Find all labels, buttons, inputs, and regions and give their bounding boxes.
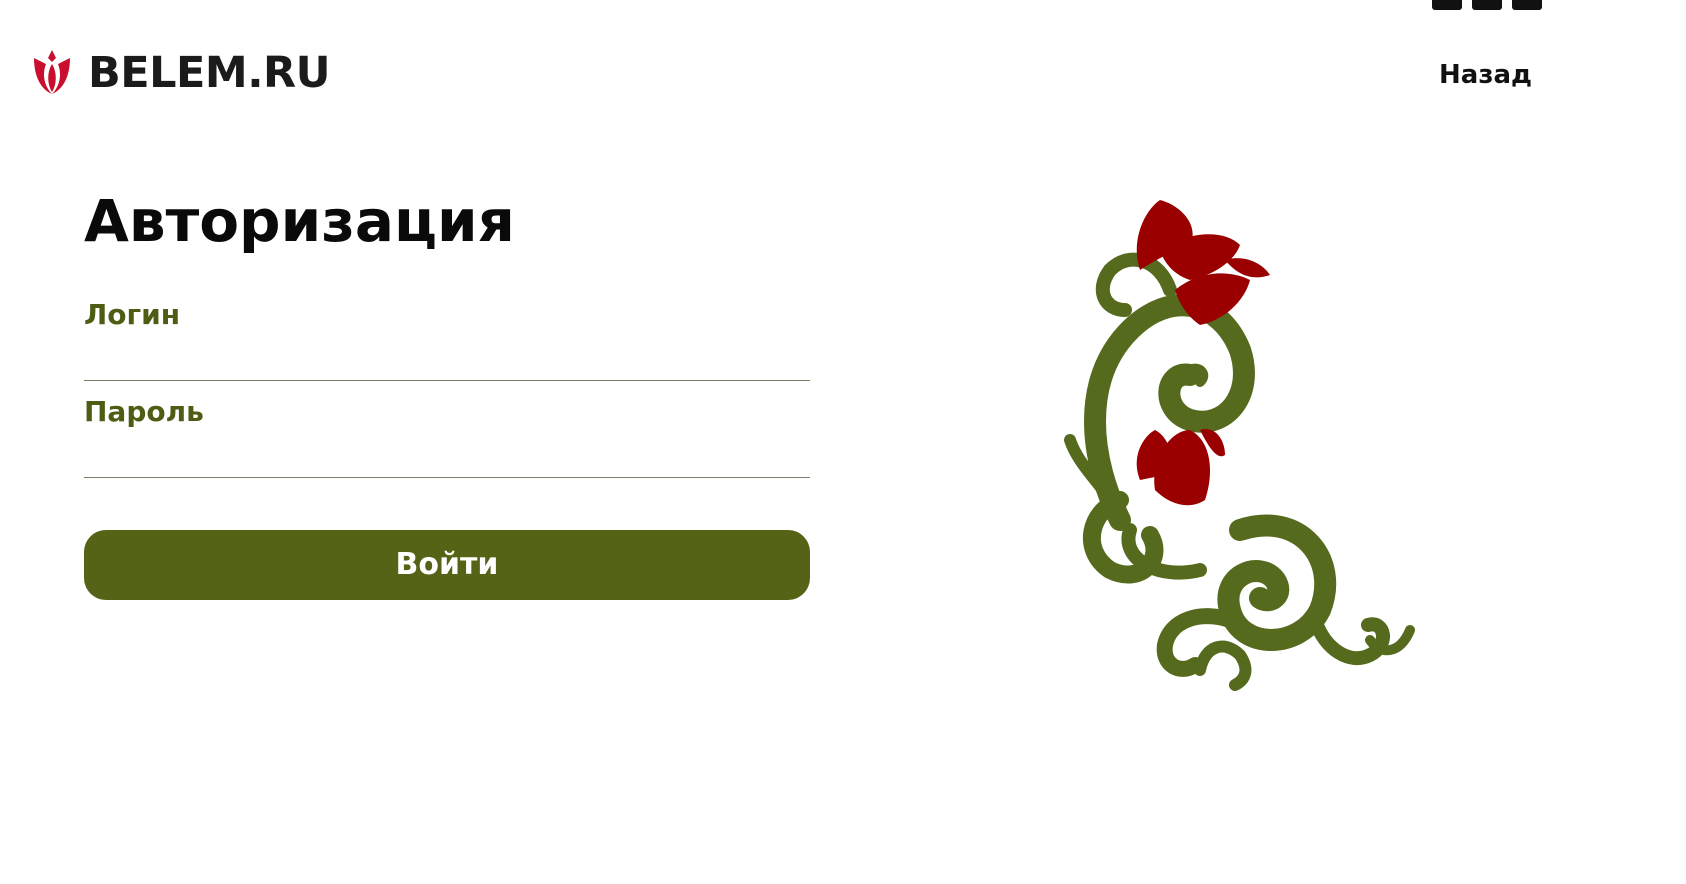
tulip-ornament: [1064, 200, 1415, 691]
login-label: Логин: [84, 297, 181, 331]
login-input[interactable]: [84, 330, 810, 381]
page-title: Авторизация: [84, 187, 515, 255]
tulip-icon: [34, 50, 70, 94]
login-button[interactable]: Войти: [84, 529, 810, 600]
back-link[interactable]: Назад: [1439, 60, 1532, 90]
password-field-group: Пароль: [84, 395, 810, 478]
site-header: BELEM.RU Назад: [0, 0, 1686, 150]
site-logo[interactable]: BELEM.RU: [30, 48, 331, 98]
password-label: Пароль: [84, 394, 204, 428]
logo-text: BELEM.RU: [88, 48, 331, 98]
auth-form: Авторизация Логин Пароль Войти: [84, 187, 810, 600]
password-input[interactable]: [84, 427, 810, 478]
login-field-group: Логин: [84, 298, 810, 381]
